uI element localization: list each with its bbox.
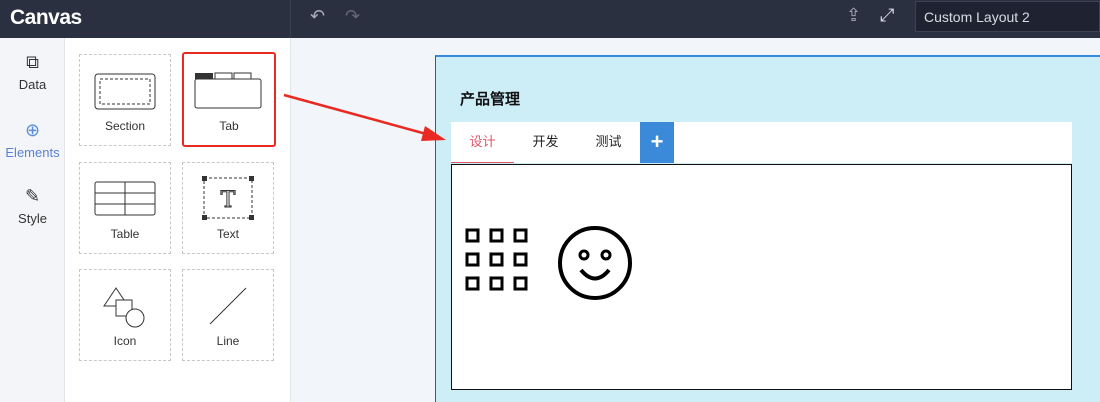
element-section[interactable]: Section xyxy=(79,54,171,146)
smiley-icon xyxy=(558,226,632,300)
rail-label: Style xyxy=(18,211,47,226)
undo-icon[interactable]: ↶ xyxy=(310,6,325,27)
tab-icon xyxy=(194,72,262,109)
divider xyxy=(290,0,291,38)
section-icon xyxy=(94,73,156,110)
share-icon[interactable]: ⇪ xyxy=(846,5,861,26)
tab-content xyxy=(451,164,1072,390)
layout-name-input[interactable]: Custom Layout 2 xyxy=(915,1,1100,32)
logo: Canvas xyxy=(10,6,82,29)
tab-bar: 设计 开发 测试 + xyxy=(451,122,1072,163)
grid-icon xyxy=(465,228,528,291)
element-label: Text xyxy=(216,227,239,241)
rail-item-elements[interactable]: ⊕ Elements xyxy=(0,120,65,160)
tab-design[interactable]: 设计 xyxy=(451,122,514,163)
rail-label: Elements xyxy=(5,145,60,160)
element-label: Line xyxy=(216,334,240,348)
element-label: Tab xyxy=(219,119,239,133)
data-icon: ⧉ xyxy=(26,52,39,72)
tab-test[interactable]: 测试 xyxy=(577,122,640,163)
top-bar: Canvas ↶ ↷ ⇪ ⤢ Custom Layout 2 xyxy=(0,0,1100,38)
left-rail: ⧉ Data ⊕ Elements ✎ Style xyxy=(0,38,65,402)
plus-circle-icon: ⊕ xyxy=(24,120,41,140)
text-icon: T xyxy=(202,176,254,220)
element-icon[interactable]: Icon xyxy=(79,269,171,361)
line-icon xyxy=(209,287,247,325)
svg-text:T: T xyxy=(221,188,236,213)
element-line[interactable]: Line xyxy=(182,269,274,361)
fullscreen-icon[interactable]: ⤢ xyxy=(880,5,894,26)
rail-item-data[interactable]: ⧉ Data xyxy=(0,52,65,92)
shapes-icon xyxy=(103,287,145,328)
redo-icon[interactable]: ↷ xyxy=(345,6,360,27)
page-title: 产品管理 xyxy=(460,91,521,108)
element-label: Table xyxy=(110,227,140,241)
element-table[interactable]: Table xyxy=(79,162,171,254)
element-text[interactable]: T Text xyxy=(182,162,274,254)
element-label: Section xyxy=(104,119,146,133)
add-tab-button[interactable]: + xyxy=(640,122,674,163)
tab-develop[interactable]: 开发 xyxy=(514,122,577,163)
table-icon xyxy=(94,181,156,216)
element-tab[interactable]: Tab xyxy=(182,52,276,147)
rail-label: Data xyxy=(18,77,47,92)
rail-item-style[interactable]: ✎ Style xyxy=(0,186,65,226)
ruler-pencil-icon: ✎ xyxy=(24,186,41,206)
element-label: Icon xyxy=(113,334,137,348)
elements-panel: Section Tab Table T Text Icon Line xyxy=(65,38,291,402)
